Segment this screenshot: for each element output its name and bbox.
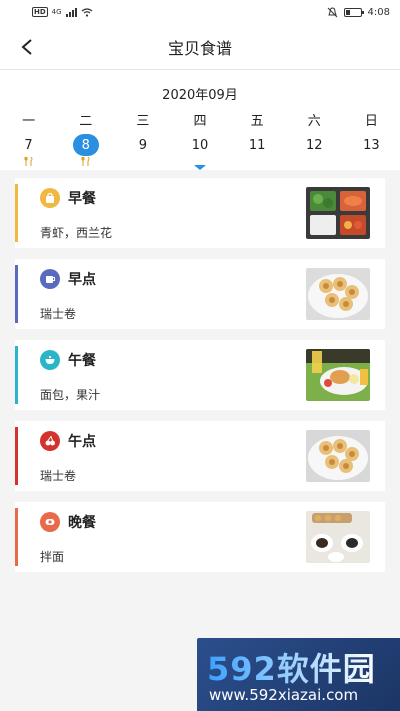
signal-icon — [65, 7, 77, 17]
watermark-banner: 592软件园 www.592xiazai.com — [197, 638, 400, 711]
current-day-indicator — [194, 165, 206, 170]
meal-mark-slot — [57, 156, 114, 167]
date-cell[interactable]: 8 — [72, 134, 99, 156]
weekday-label: 六 — [307, 114, 321, 129]
bowl-icon — [40, 350, 60, 370]
date-cell[interactable]: 11 — [244, 134, 270, 156]
weekday-label: 三 — [136, 114, 150, 129]
weekday-label: 五 — [250, 114, 264, 129]
nav-bar: 宝贝食谱 — [0, 24, 400, 70]
meal-mark-slot — [0, 156, 57, 167]
date-row: 7 8 9 10 11 12 13 — [0, 133, 400, 157]
meal-mark-slot — [286, 157, 343, 167]
date-cell[interactable]: 12 — [301, 134, 327, 156]
meal-name: 午餐 — [68, 353, 96, 369]
meal-foods: 青虾，西兰花 — [40, 226, 113, 240]
network-type: 4G — [51, 8, 62, 16]
meal-card-dinner[interactable]: 晚餐 拌面 — [15, 502, 385, 572]
meal-card-afternoon-snack[interactable]: 午点 瑞士卷 — [15, 421, 385, 491]
meal-card-breakfast[interactable]: 早餐 青虾，西兰花 — [15, 178, 385, 248]
meal-name: 晚餐 — [68, 515, 96, 531]
weekday-row: 一 二 三 四 五 六 日 — [0, 111, 400, 133]
page-title: 宝贝食谱 — [167, 38, 232, 58]
meal-card-lunch[interactable]: 午餐 面包，果汁 — [15, 340, 385, 410]
meal-mark-slot — [229, 157, 286, 167]
date-cell[interactable]: 7 — [16, 134, 42, 156]
chevron-left-icon — [21, 39, 32, 55]
month-label: 2020年09月 — [162, 88, 238, 103]
watermark-brand: 592软件园 — [207, 644, 376, 690]
cutlery-icon — [24, 156, 33, 166]
weekday-label: 日 — [364, 114, 378, 129]
meal-name: 午点 — [68, 434, 96, 450]
meal-photo — [306, 430, 370, 482]
meal-photo — [306, 268, 370, 320]
weekday-label: 二 — [79, 114, 93, 129]
meal-card-morning-snack[interactable]: 早点 瑞士卷 — [15, 259, 385, 329]
status-right: 4:08 — [327, 7, 390, 18]
hd-badge: HD — [32, 7, 48, 17]
status-bar: HD 4G 4:08 — [0, 0, 400, 24]
weekday-label: 一 — [22, 114, 36, 129]
date-cell[interactable]: 10 — [187, 134, 213, 156]
meal-mark-slot — [114, 157, 171, 167]
back-button[interactable] — [14, 34, 40, 60]
meal-foods: 瑞士卷 — [40, 469, 77, 483]
meal-list: 早餐 青虾，西兰花 早点 瑞士卷 午餐 面包，果汁 午点 瑞士卷 晚餐 拌面 — [0, 170, 400, 572]
wifi-icon — [81, 7, 92, 17]
meal-foods: 面包，果汁 — [40, 388, 101, 402]
cutlery-icon — [81, 156, 90, 166]
meal-photo — [306, 349, 370, 401]
weekday-label: 四 — [193, 114, 207, 129]
meal-foods: 拌面 — [40, 550, 65, 564]
week-calendar: 2020年09月 一 二 三 四 五 六 日 7 8 9 10 11 12 13 — [0, 70, 400, 170]
watermark-brand-text: 592软件园 — [207, 650, 376, 688]
clock: 4:08 — [367, 6, 390, 18]
bag-icon — [40, 188, 60, 208]
mute-bell-icon — [327, 6, 337, 17]
cup-icon — [40, 269, 60, 289]
meal-name: 早餐 — [68, 191, 96, 207]
meal-mark-slot — [343, 157, 400, 167]
fruit-icon — [40, 431, 60, 451]
battery-icon — [343, 7, 364, 17]
meal-photo — [306, 511, 370, 563]
status-left: HD 4G — [32, 7, 93, 17]
meal-photo — [306, 187, 370, 239]
date-cell[interactable]: 13 — [358, 134, 384, 156]
date-cell[interactable]: 9 — [130, 134, 156, 156]
meal-name: 早点 — [68, 272, 96, 288]
watermark-url: www.592xiazai.com — [209, 686, 359, 704]
dish-icon — [40, 512, 60, 532]
meal-foods: 瑞士卷 — [40, 307, 77, 321]
